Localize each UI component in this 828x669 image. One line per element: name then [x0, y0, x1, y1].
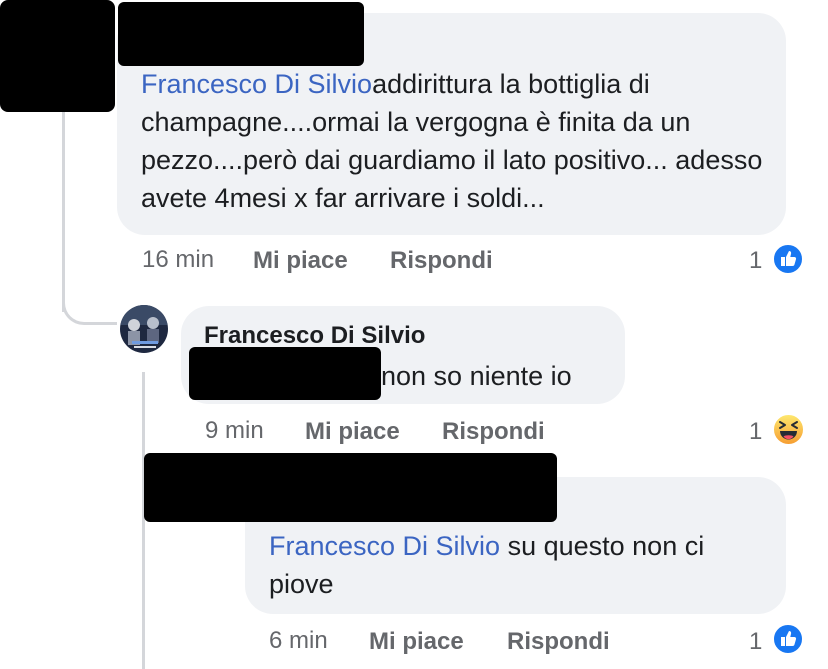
- thread-connector: [62, 292, 117, 325]
- reply-label: Rispondi: [390, 247, 493, 274]
- like-button[interactable]: Mi piace: [253, 247, 348, 275]
- avatar[interactable]: [120, 305, 168, 353]
- like-icon[interactable]: [772, 243, 804, 275]
- haha-icon[interactable]: [772, 413, 805, 446]
- reply-label: Rispondi: [442, 418, 545, 445]
- reaction-count[interactable]: 1: [749, 628, 762, 656]
- comment-time[interactable]: 16 min: [142, 246, 214, 274]
- like-button[interactable]: Mi piace: [369, 628, 464, 656]
- comment-text-3: Francesco Di Silvio su questo non ci pio…: [269, 527, 769, 603]
- reaction-count[interactable]: 1: [749, 247, 762, 275]
- like-label: Mi piace: [305, 418, 400, 445]
- thread-line-reply: [142, 372, 145, 669]
- reply-button[interactable]: Rispondi: [507, 628, 610, 656]
- comment-body: non so niente io: [381, 361, 572, 391]
- reaction-count[interactable]: 1: [749, 418, 762, 446]
- comment-time[interactable]: 9 min: [205, 417, 264, 445]
- like-label: Mi piace: [253, 247, 348, 274]
- comment-time[interactable]: 6 min: [269, 627, 328, 655]
- like-label: Mi piace: [369, 628, 464, 655]
- reply-button[interactable]: Rispondi: [390, 247, 493, 275]
- reply-label: Rispondi: [507, 628, 610, 655]
- like-icon[interactable]: [772, 623, 804, 655]
- redacted-avatar: [0, 0, 115, 112]
- redacted-author-name: [118, 2, 364, 66]
- thread-line-main: [62, 112, 65, 312]
- reply-button[interactable]: Rispondi: [442, 418, 545, 446]
- mention-link[interactable]: Francesco Di Silvio: [269, 531, 500, 561]
- comment-text-1: Francesco Di Silvioaddirittura la bottig…: [141, 65, 766, 217]
- mention-link[interactable]: Francesco Di Silvio: [141, 69, 372, 99]
- comment-author[interactable]: Francesco Di Silvio: [204, 322, 425, 350]
- redacted-avatar-and-name: [144, 453, 557, 522]
- redacted-text: [189, 347, 381, 400]
- like-button[interactable]: Mi piace: [305, 418, 400, 446]
- avatar-image: [120, 305, 168, 353]
